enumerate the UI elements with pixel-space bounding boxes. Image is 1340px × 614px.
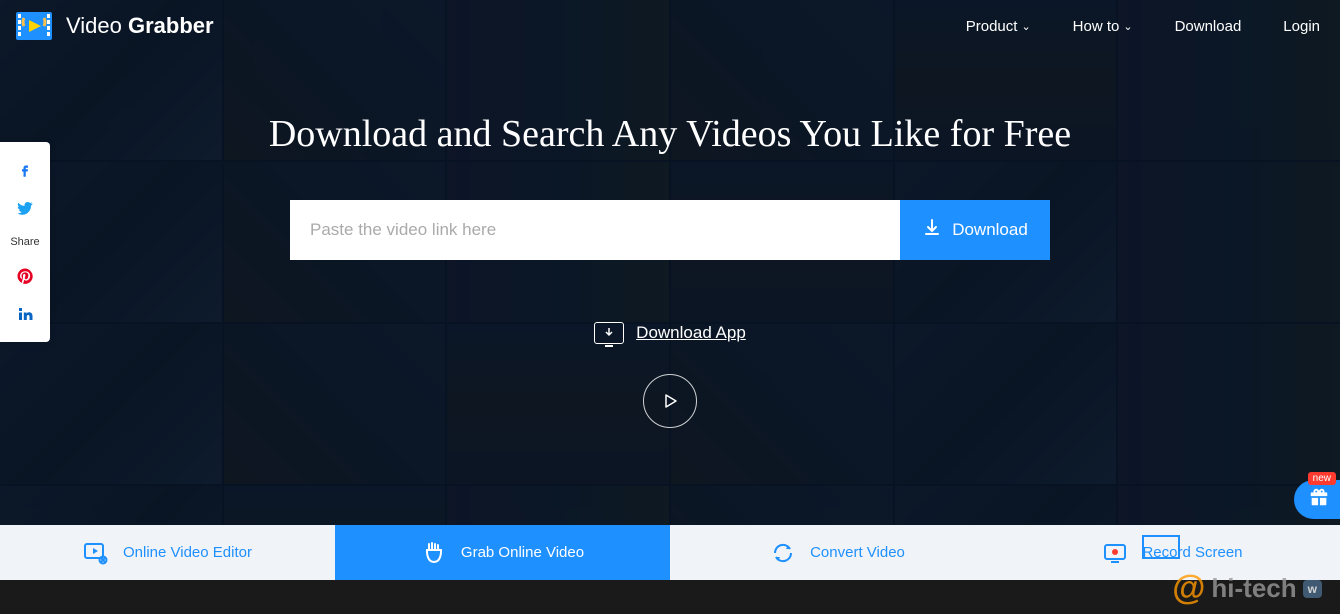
- nav-login[interactable]: Login: [1283, 18, 1320, 35]
- tab-label: Convert Video: [810, 544, 905, 561]
- new-badge: new: [1308, 472, 1336, 485]
- logo-icon: [14, 10, 54, 42]
- download-app-link[interactable]: Download App: [594, 322, 746, 344]
- watermark: @ hi-tech w: [1172, 569, 1322, 608]
- editor-icon: [83, 540, 109, 566]
- download-app-label: Download App: [636, 323, 746, 343]
- social-share-bar: Share: [0, 142, 50, 342]
- logo[interactable]: Video Grabber: [14, 10, 214, 42]
- video-url-input[interactable]: [290, 200, 900, 260]
- hero-section: Video Grabber Product ⌄ How to ⌄ Downloa…: [0, 0, 1340, 525]
- download-button[interactable]: Download: [900, 200, 1050, 260]
- at-icon: @: [1172, 569, 1205, 608]
- download-button-label: Download: [952, 220, 1028, 240]
- convert-icon: [770, 540, 796, 566]
- feature-tabs: Online Video Editor Grab Online Video Co…: [0, 525, 1340, 580]
- monitor-download-icon: [594, 322, 624, 344]
- tab-video-editor[interactable]: Online Video Editor: [0, 525, 335, 580]
- play-icon: [660, 391, 680, 411]
- share-label: Share: [10, 236, 39, 248]
- play-button[interactable]: [643, 374, 697, 428]
- download-icon: [922, 218, 942, 243]
- tab-label: Grab Online Video: [461, 544, 584, 561]
- top-bar: Video Grabber Product ⌄ How to ⌄ Downloa…: [0, 0, 1340, 42]
- grab-icon: [421, 540, 447, 566]
- footer: [0, 580, 1340, 614]
- tab-label: Record Screen: [1142, 544, 1242, 561]
- gift-promo-button[interactable]: new: [1294, 480, 1340, 519]
- tab-grab-video[interactable]: Grab Online Video: [335, 525, 670, 580]
- linkedin-icon[interactable]: [15, 304, 35, 324]
- gift-icon: [1308, 486, 1330, 513]
- record-icon: [1102, 540, 1128, 566]
- twitter-icon[interactable]: [15, 198, 35, 218]
- chevron-down-icon: ⌄: [1021, 20, 1030, 33]
- pinterest-icon[interactable]: [15, 266, 35, 286]
- hero-title: Download and Search Any Videos You Like …: [0, 112, 1340, 156]
- hero-content: Download and Search Any Videos You Like …: [0, 42, 1340, 428]
- nav-product[interactable]: Product ⌄: [966, 18, 1031, 35]
- nav-download[interactable]: Download: [1175, 18, 1242, 35]
- url-form: Download: [0, 200, 1340, 260]
- facebook-icon[interactable]: [15, 160, 35, 180]
- nav-howto[interactable]: How to ⌄: [1073, 18, 1133, 35]
- tab-label: Online Video Editor: [123, 544, 252, 561]
- tab-convert-video[interactable]: Convert Video: [670, 525, 1005, 580]
- logo-text: Video Grabber: [66, 13, 214, 39]
- main-nav: Product ⌄ How to ⌄ Download Login: [966, 18, 1320, 35]
- vk-icon: w: [1303, 580, 1322, 598]
- chevron-down-icon: ⌄: [1123, 20, 1132, 33]
